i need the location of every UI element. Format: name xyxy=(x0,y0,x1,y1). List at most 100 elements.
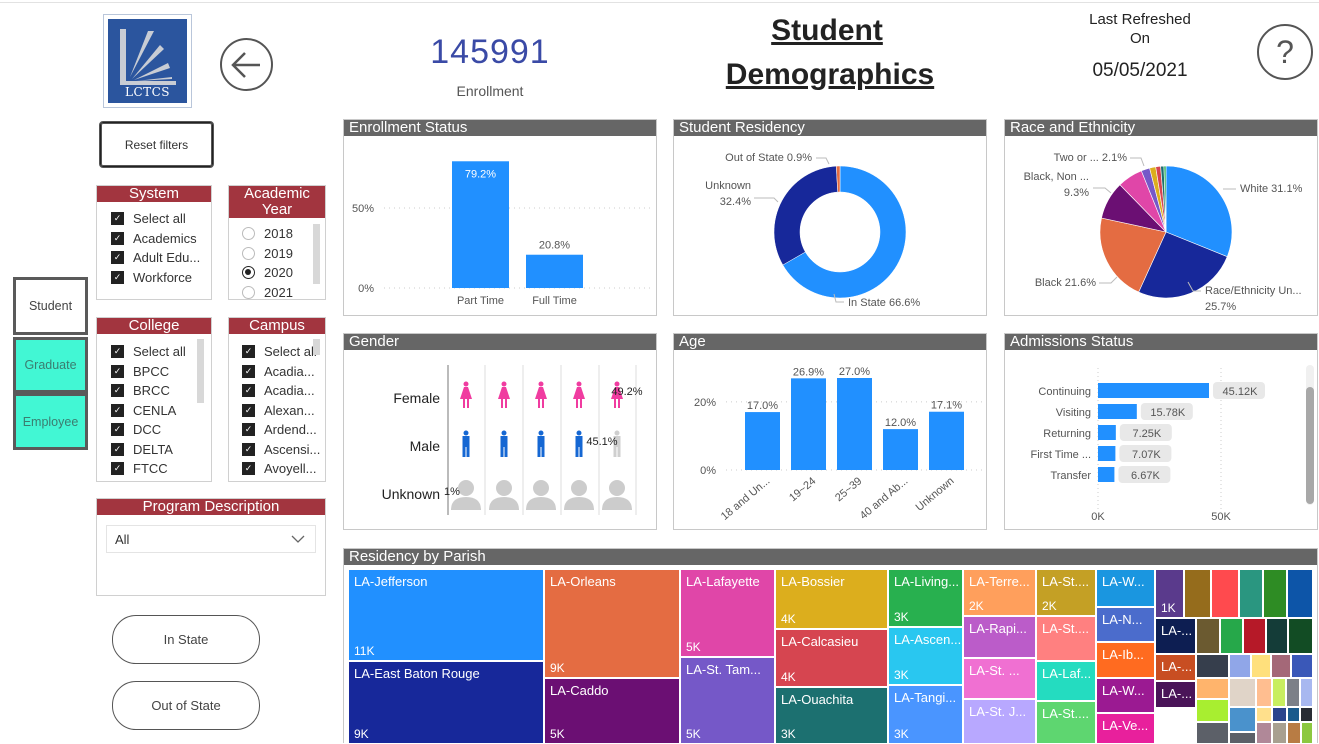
system-option[interactable]: ✓ Select all xyxy=(111,209,211,229)
treemap-cell[interactable]: LA-St.... 2K xyxy=(1036,569,1096,616)
treemap-cell-small[interactable] xyxy=(1196,699,1229,722)
radio-icon[interactable] xyxy=(242,227,255,241)
treemap-cell-small[interactable] xyxy=(1256,722,1272,744)
campus-option[interactable]: ✓ Acadia... xyxy=(242,362,321,382)
treemap-cell[interactable]: LA-N... xyxy=(1096,607,1155,642)
radio-icon[interactable] xyxy=(242,246,255,260)
treemap-cell[interactable]: LA-Bossier 4K xyxy=(775,569,888,629)
treemap-cell-small[interactable] xyxy=(1243,618,1266,654)
program-description-dropdown[interactable]: All xyxy=(106,525,316,553)
treemap-cell[interactable]: LA-St. J... xyxy=(963,699,1036,744)
treemap-cell[interactable]: LA-Rapi... xyxy=(963,616,1036,658)
system-option[interactable]: ✓ Academics xyxy=(111,229,211,249)
reset-filters-button[interactable]: Reset filters xyxy=(99,121,214,168)
treemap-cell[interactable]: LA-St.... xyxy=(1036,701,1096,744)
scrollbar-thumb[interactable] xyxy=(1306,387,1314,504)
treemap-cell[interactable]: LA-St.... xyxy=(1036,616,1096,661)
checkbox-checked-icon[interactable]: ✓ xyxy=(111,403,124,417)
treemap-cell[interactable]: LA-East Baton Rouge 9K xyxy=(348,661,544,744)
treemap-cell-small[interactable] xyxy=(1229,654,1251,678)
checkbox-checked-icon[interactable]: ✓ xyxy=(111,423,124,437)
system-option[interactable]: ✓ Workforce xyxy=(111,268,211,288)
nav-button-employee[interactable]: Employee xyxy=(13,393,88,450)
treemap-cell[interactable]: LA-Terre... 2K xyxy=(963,569,1036,616)
treemap-cell[interactable]: LA-Laf... xyxy=(1036,661,1096,701)
nav-button-student[interactable]: Student xyxy=(13,277,88,335)
scrollbar[interactable] xyxy=(313,339,320,355)
checkbox-checked-icon[interactable]: ✓ xyxy=(111,442,124,456)
checkbox-checked-icon[interactable]: ✓ xyxy=(111,364,124,378)
treemap-cell-small[interactable] xyxy=(1272,722,1287,744)
campus-option[interactable]: ✓ Ardend... xyxy=(242,420,321,440)
treemap-cell-small[interactable] xyxy=(1286,678,1300,707)
out-of-state-button[interactable]: Out of State xyxy=(112,681,260,730)
campus-option[interactable]: ✓ Select all xyxy=(242,342,321,362)
checkbox-checked-icon[interactable]: ✓ xyxy=(111,251,124,265)
checkbox-checked-icon[interactable]: ✓ xyxy=(111,384,124,398)
campus-option[interactable]: ✓ Ascensi... xyxy=(242,440,321,460)
treemap-cell-small[interactable] xyxy=(1196,722,1229,744)
checkbox-checked-icon[interactable]: ✓ xyxy=(111,462,124,476)
help-button[interactable]: ? xyxy=(1257,24,1313,80)
treemap-cell[interactable]: LA-Lafayette 5K xyxy=(680,569,775,657)
treemap-cell[interactable]: LA-Calcasieu 4K xyxy=(775,629,888,687)
checkbox-checked-icon[interactable]: ✓ xyxy=(242,403,255,417)
treemap-cell-small[interactable] xyxy=(1287,707,1300,722)
checkbox-checked-icon[interactable]: ✓ xyxy=(111,270,124,284)
college-option[interactable]: ✓ DELTA xyxy=(111,440,211,460)
checkbox-checked-icon[interactable]: ✓ xyxy=(242,364,255,378)
year-option[interactable]: 2021 xyxy=(242,283,325,303)
treemap-cell-small[interactable] xyxy=(1256,678,1272,707)
treemap-cell[interactable]: LA-Ve... xyxy=(1096,713,1155,744)
treemap-cell-small[interactable] xyxy=(1220,618,1243,654)
college-option[interactable]: ✓ Select all xyxy=(111,342,211,362)
treemap-cell-small[interactable] xyxy=(1272,707,1287,722)
checkbox-checked-icon[interactable]: ✓ xyxy=(111,345,124,359)
treemap-cell-small[interactable] xyxy=(1251,654,1271,678)
treemap-cell[interactable]: LA-W... xyxy=(1096,569,1155,607)
treemap-cell-small[interactable] xyxy=(1239,569,1263,618)
treemap-cell[interactable]: LA-Orleans 9K xyxy=(544,569,680,678)
treemap-cell-small[interactable] xyxy=(1287,569,1313,618)
treemap-cell[interactable]: LA-Caddo 5K xyxy=(544,678,680,744)
treemap-cell-small[interactable] xyxy=(1256,707,1272,722)
system-option[interactable]: ✓ Adult Edu... xyxy=(111,248,211,268)
radio-icon[interactable] xyxy=(242,285,255,299)
treemap-cell-small[interactable] xyxy=(1196,678,1229,699)
college-option[interactable]: ✓ CENLA xyxy=(111,401,211,421)
scrollbar[interactable] xyxy=(197,339,204,403)
college-option[interactable]: ✓ BRCC xyxy=(111,381,211,401)
treemap-cell[interactable]: LA-Jefferson 11K xyxy=(348,569,544,661)
checkbox-checked-icon[interactable]: ✓ xyxy=(242,345,255,359)
treemap-cell[interactable]: 1K xyxy=(1155,569,1184,618)
campus-option[interactable]: ✓ Avoyell... xyxy=(242,459,321,479)
college-option[interactable]: ✓ DCC xyxy=(111,420,211,440)
treemap-cell[interactable]: LA-St. ... xyxy=(963,658,1036,699)
checkbox-checked-icon[interactable]: ✓ xyxy=(111,212,124,226)
treemap-cell-small[interactable] xyxy=(1300,678,1313,707)
treemap-cell-small[interactable] xyxy=(1263,569,1287,618)
treemap-cell-small[interactable] xyxy=(1229,732,1256,744)
campus-option[interactable]: ✓ Alexan... xyxy=(242,401,321,421)
checkbox-checked-icon[interactable]: ✓ xyxy=(242,462,255,476)
scrollbar[interactable] xyxy=(313,224,320,284)
checkbox-checked-icon[interactable]: ✓ xyxy=(242,442,255,456)
treemap-cell[interactable]: LA-Living... 3K xyxy=(888,569,963,627)
checkbox-checked-icon[interactable]: ✓ xyxy=(242,384,255,398)
treemap-cell[interactable]: LA-Ib... xyxy=(1096,642,1155,678)
treemap-cell-small[interactable] xyxy=(1266,618,1288,654)
treemap-cell-small[interactable] xyxy=(1184,569,1211,618)
treemap-cell-small[interactable] xyxy=(1287,722,1301,744)
treemap-cell-small[interactable] xyxy=(1211,569,1239,618)
treemap-cell[interactable]: LA-... xyxy=(1155,654,1196,681)
treemap-cell-small[interactable] xyxy=(1271,654,1291,678)
treemap-cell-small[interactable] xyxy=(1196,618,1220,654)
in-state-button[interactable]: In State xyxy=(112,615,260,664)
college-option[interactable]: ✓ BPCC xyxy=(111,362,211,382)
treemap-cell[interactable]: LA-Tangi... 3K xyxy=(888,685,963,744)
treemap-cell[interactable]: LA-St. Tam... 5K xyxy=(680,657,775,744)
college-option[interactable]: ✓ FTCC xyxy=(111,459,211,479)
treemap-cell[interactable]: LA-... xyxy=(1155,681,1196,708)
campus-option[interactable]: ✓ Acadia... xyxy=(242,381,321,401)
nav-button-graduate[interactable]: Graduate xyxy=(13,337,88,393)
